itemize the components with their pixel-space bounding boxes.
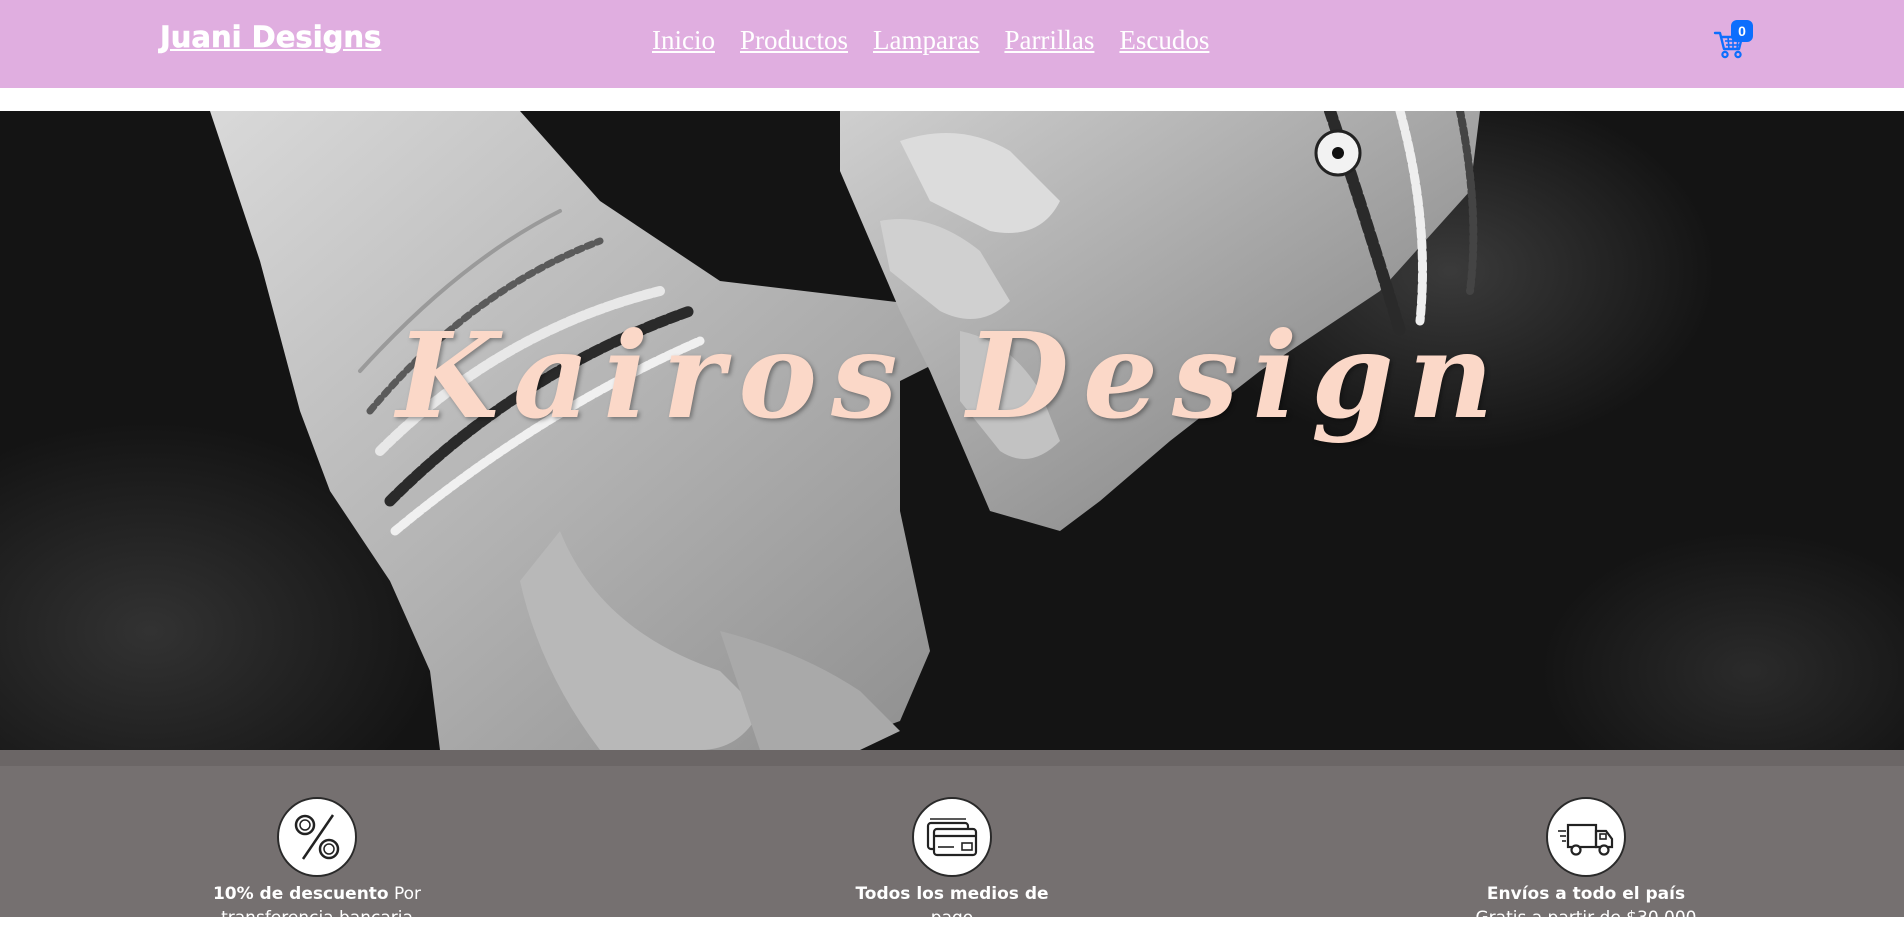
feature-payment-sub: pago xyxy=(930,908,974,928)
feature-shipping-text: Envíos a todo el país xyxy=(1436,884,1736,904)
feature-discount-text: 10% de descuento Por xyxy=(167,884,467,904)
features-section: 10% de descuento Por transferencia banca… xyxy=(0,766,1904,928)
credit-card-icon xyxy=(912,797,992,877)
nav-link-inicio[interactable]: Inicio xyxy=(652,25,715,56)
brand-logo-link[interactable]: Juani Designs xyxy=(160,20,382,55)
cart-count-badge: 0 xyxy=(1731,20,1753,42)
feature-payment-title: Todos los medios de xyxy=(855,884,1049,904)
feature-payment-text: Todos los medios de xyxy=(802,884,1102,904)
truck-icon xyxy=(1546,797,1626,877)
feature-discount-title: 10% de descuento xyxy=(212,884,389,904)
nav-link-productos[interactable]: Productos xyxy=(740,25,848,56)
feature-discount-sub: transferencia bancaria xyxy=(221,908,413,928)
feature-discount-desc: Por xyxy=(388,884,422,904)
hero-title: Kairos Design xyxy=(396,306,1508,445)
hero-banner: Kairos Design xyxy=(0,111,1904,750)
feature-shipping-title: Envíos a todo el país xyxy=(1486,884,1686,904)
feature-shipping-sub: Gratis a partir de $30.000 xyxy=(1475,908,1697,928)
main-nav: Inicio Productos Lamparas Parrillas Escu… xyxy=(652,25,1209,56)
navbar: Juani Designs Inicio Productos Lamparas … xyxy=(0,0,1904,88)
nav-link-escudos[interactable]: Escudos xyxy=(1119,25,1209,56)
nav-link-lamparas[interactable]: Lamparas xyxy=(873,25,979,56)
percent-icon xyxy=(277,797,357,877)
features-band-top xyxy=(0,750,1904,766)
nav-link-parrillas[interactable]: Parrillas xyxy=(1004,25,1094,56)
